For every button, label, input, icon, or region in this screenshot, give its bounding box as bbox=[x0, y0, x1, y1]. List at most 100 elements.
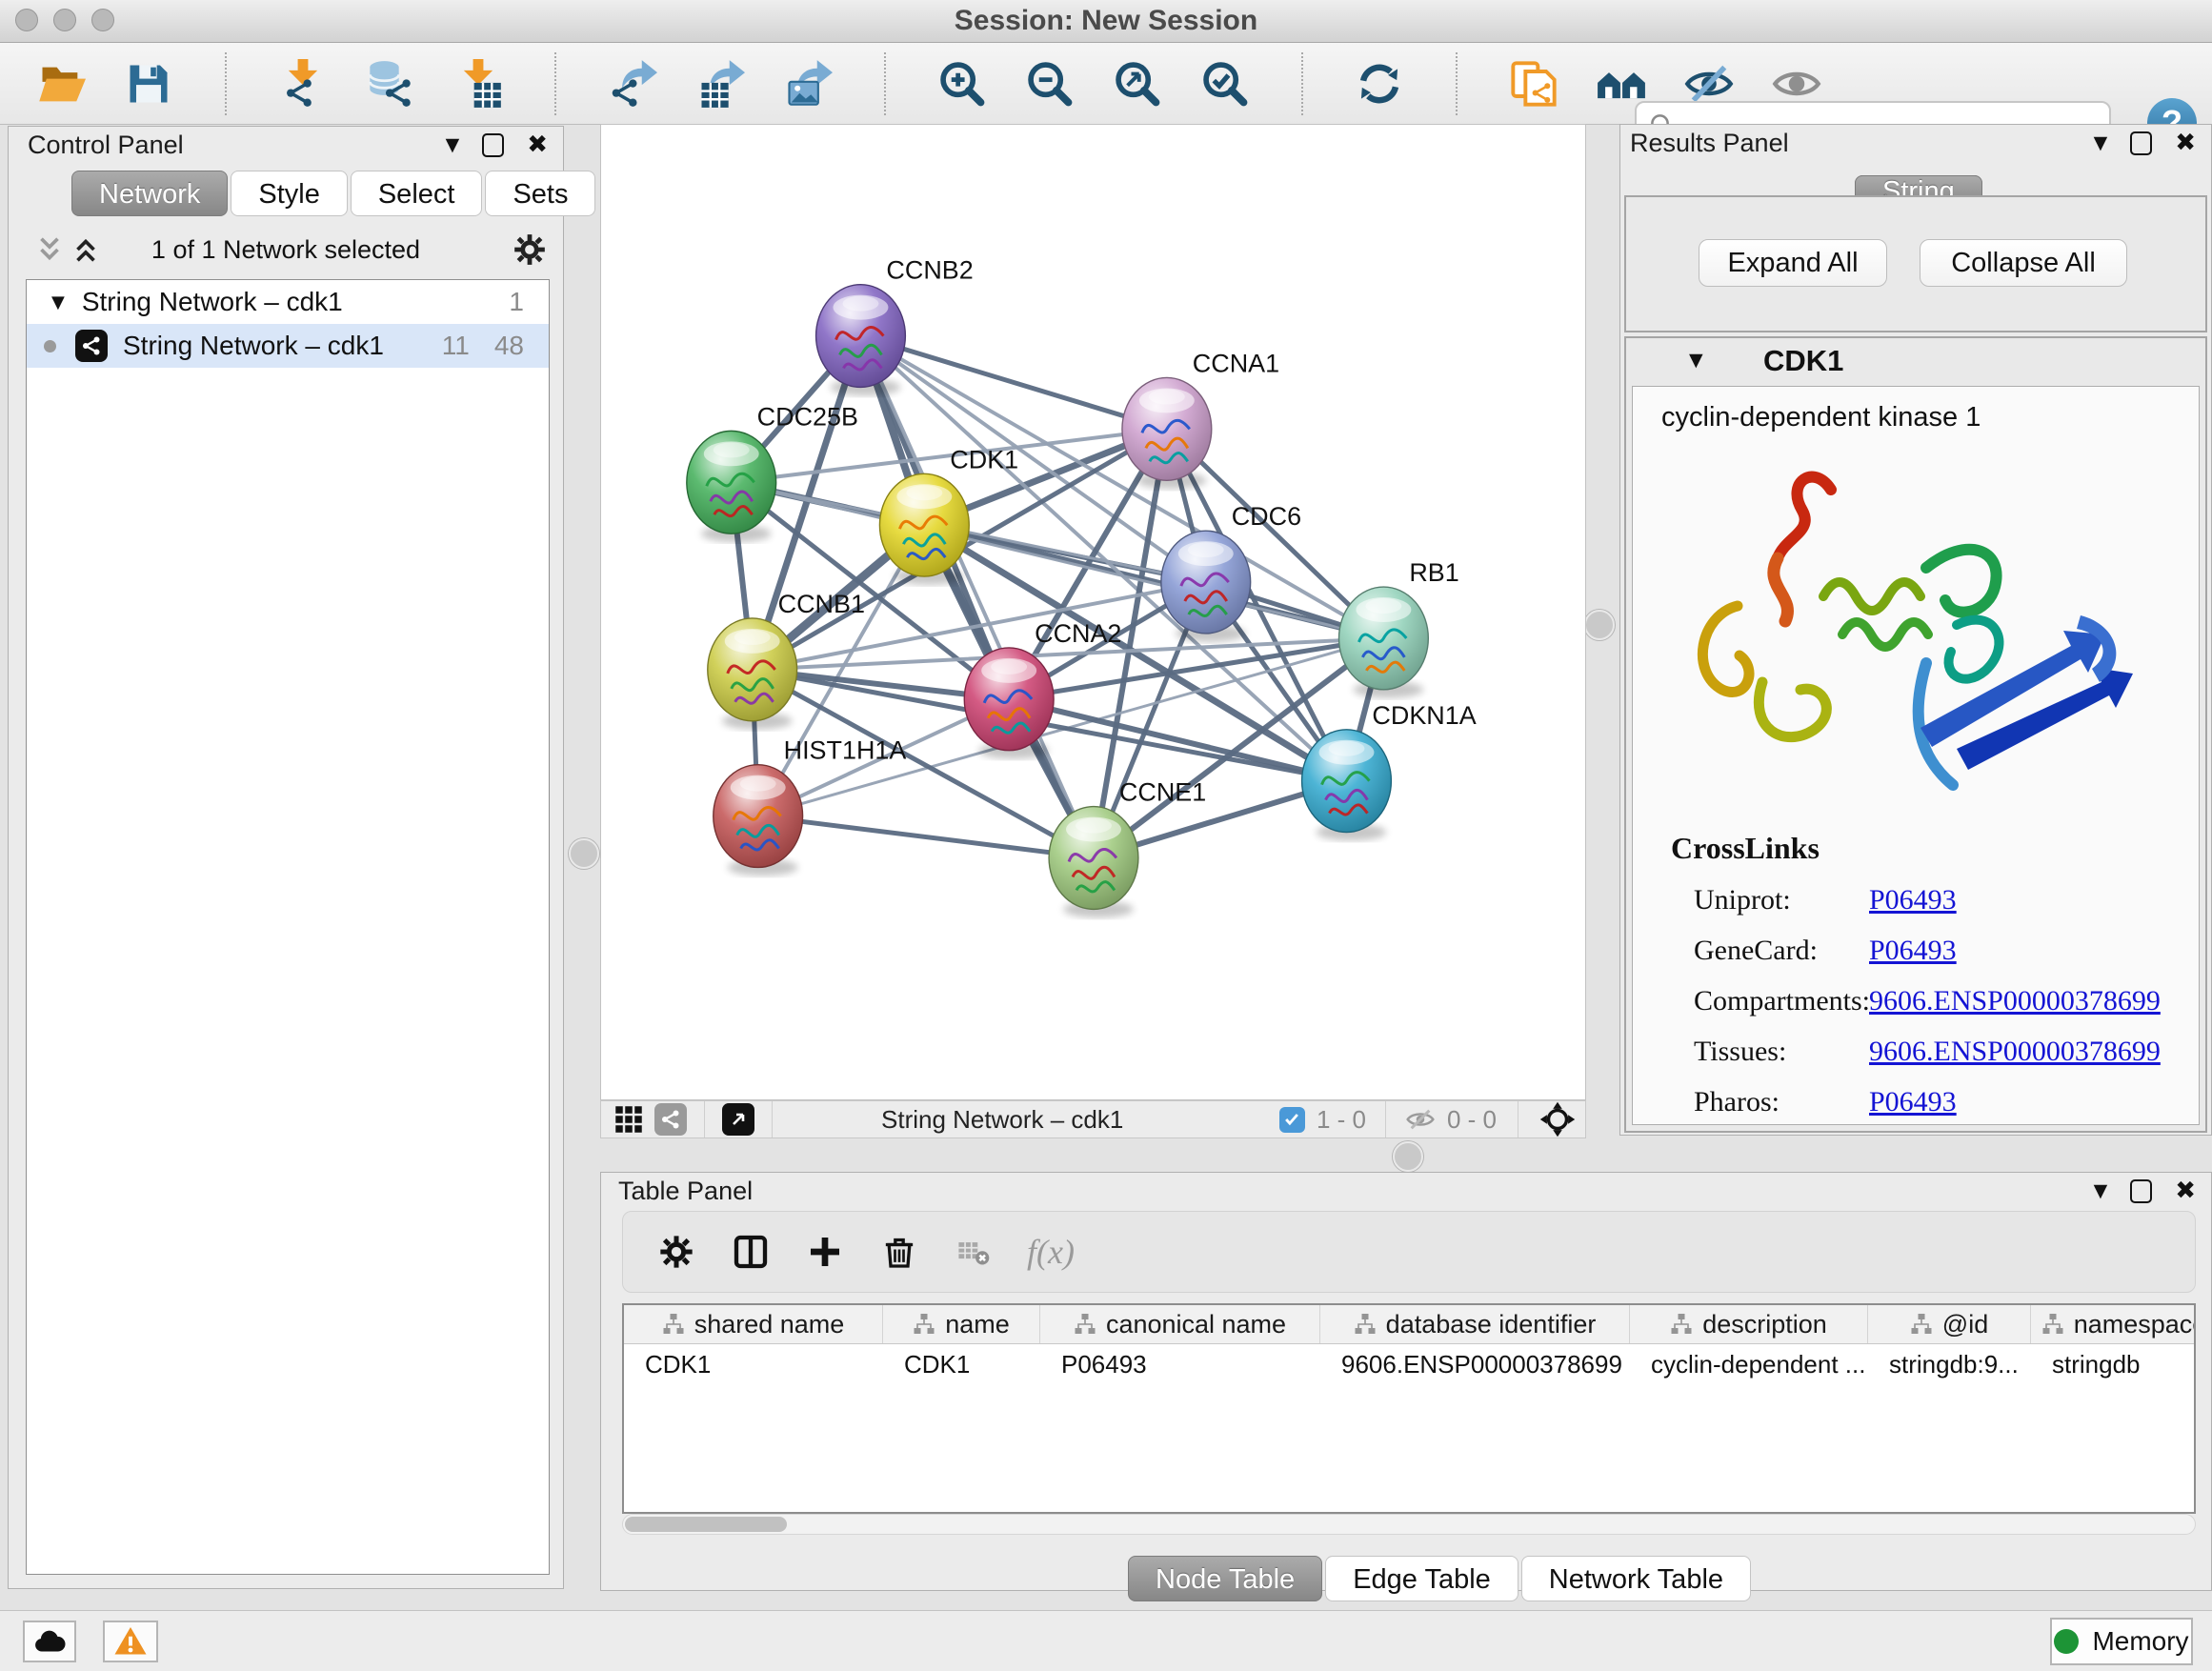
results-panel-float-icon[interactable] bbox=[2130, 131, 2152, 155]
crosslink-link[interactable]: 9606.ENSP00000378699 bbox=[1869, 985, 2161, 1017]
table-panel-close-icon[interactable]: ✖ bbox=[2175, 1178, 2196, 1203]
zoom-out-button[interactable] bbox=[1023, 57, 1076, 111]
save-session-button[interactable] bbox=[122, 57, 175, 111]
selected-nodes-checkbox-icon[interactable] bbox=[1279, 1107, 1305, 1133]
detach-view-icon[interactable] bbox=[722, 1103, 754, 1136]
edge-CCNB2-CCNE1[interactable] bbox=[860, 336, 1094, 858]
entry-expander-icon[interactable]: ▼ bbox=[1689, 348, 1703, 372]
bottom-splitter-grip[interactable] bbox=[1393, 1141, 1423, 1172]
node-CDKN1A[interactable]: CDKN1A bbox=[1302, 701, 1477, 841]
control-panel-close-icon[interactable]: ✖ bbox=[527, 132, 548, 157]
right-splitter-grip[interactable] bbox=[1584, 610, 1615, 640]
toolbar-separator bbox=[225, 52, 227, 115]
network-share-icon[interactable] bbox=[654, 1103, 687, 1136]
cloud-button[interactable] bbox=[23, 1621, 76, 1662]
column-header-database-identifier[interactable]: database identifier bbox=[1320, 1305, 1630, 1343]
tab-style[interactable]: Style bbox=[231, 171, 347, 216]
network-collection-row[interactable]: ▼ String Network – cdk1 1 bbox=[27, 280, 549, 324]
zoom-in-button[interactable] bbox=[935, 57, 989, 111]
table-row[interactable]: CDK1CDK1P064939606.ENSP00000378699cyclin… bbox=[624, 1344, 2194, 1386]
expand-all-button[interactable]: Expand All bbox=[1699, 239, 1887, 287]
import-network-database-button[interactable] bbox=[364, 57, 417, 111]
tab-network-table[interactable]: Network Table bbox=[1521, 1556, 1751, 1601]
entry-details: cyclin-dependent kinase 1 bbox=[1632, 386, 2200, 1125]
crosslink-link[interactable]: 9606.ENSP00000378699 bbox=[1869, 1036, 2161, 1068]
column-type-icon bbox=[913, 1313, 935, 1336]
import-network-file-button[interactable] bbox=[276, 57, 330, 111]
apply-layout-button[interactable] bbox=[1353, 57, 1406, 111]
entry-header[interactable]: ▼ CDK1 bbox=[1626, 338, 2205, 384]
column-header-description[interactable]: description bbox=[1630, 1305, 1868, 1343]
node-CCNB2[interactable]: CCNB2 bbox=[816, 256, 974, 396]
column-header-shared-name[interactable]: shared name bbox=[624, 1305, 883, 1343]
delete-table-icon[interactable] bbox=[878, 1231, 920, 1273]
network-options-gear-icon[interactable] bbox=[512, 232, 548, 268]
tab-node-table[interactable]: Node Table bbox=[1128, 1556, 1322, 1601]
crosslink-link[interactable]: P06493 bbox=[1869, 1086, 1957, 1118]
export-image-button[interactable] bbox=[781, 57, 835, 111]
entry-name: CDK1 bbox=[1763, 344, 1843, 378]
cytoscape-window: Session: New Session ? Control Panel ▼ ✖… bbox=[0, 0, 2212, 1671]
warnings-button[interactable] bbox=[103, 1621, 158, 1662]
open-session-button[interactable] bbox=[34, 57, 88, 111]
crosslink-link[interactable]: P06493 bbox=[1869, 935, 1957, 967]
export-network-button[interactable] bbox=[606, 57, 659, 111]
node-RB1[interactable]: RB1 bbox=[1339, 558, 1459, 698]
node-label-CCNB1: CCNB1 bbox=[778, 590, 865, 618]
node-HIST1H1A[interactable]: HIST1H1A bbox=[714, 736, 907, 876]
table-settings-gear-icon[interactable] bbox=[655, 1231, 697, 1273]
column-header-label: description bbox=[1702, 1310, 1827, 1339]
column-header-@id[interactable]: @id bbox=[1868, 1305, 2031, 1343]
left-splitter-grip[interactable] bbox=[569, 838, 599, 869]
network-label: String Network – cdk1 bbox=[123, 331, 442, 361]
results-panel-collapse-icon[interactable]: ▼ bbox=[2094, 131, 2108, 155]
center-view-icon[interactable] bbox=[1539, 1101, 1576, 1137]
table-cell: 9606.ENSP00000378699 bbox=[1320, 1344, 1630, 1386]
column-header-label: @id bbox=[1942, 1310, 1988, 1339]
table-panel-float-icon[interactable] bbox=[2130, 1179, 2152, 1203]
table-panel-collapse-icon[interactable]: ▼ bbox=[2094, 1178, 2108, 1203]
node-CCNA1[interactable]: CCNA1 bbox=[1122, 349, 1279, 489]
column-header-namespace[interactable]: namespace bbox=[2031, 1305, 2196, 1343]
network-tree: ▼ String Network – cdk1 1 String Network… bbox=[26, 279, 550, 1575]
node-layer: CCNB2 CCNA1 CDC25B CDK1 CDC6 bbox=[687, 256, 1477, 918]
column-header-name[interactable]: name bbox=[883, 1305, 1040, 1343]
export-table-icon bbox=[695, 59, 745, 109]
node-CCNE1[interactable]: CCNE1 bbox=[1049, 778, 1206, 918]
table-horizontal-scrollbar[interactable] bbox=[622, 1514, 2196, 1535]
network-canvas[interactable]: CCNB2 CCNA1 CDC25B CDK1 CDC6 bbox=[601, 125, 1585, 1099]
edge-CCNB2-CCNA1[interactable] bbox=[860, 336, 1166, 430]
node-CDC25B[interactable]: CDC25B bbox=[687, 402, 858, 542]
export-table-button[interactable] bbox=[694, 57, 747, 111]
node-CDK1[interactable]: CDK1 bbox=[879, 445, 1018, 585]
add-column-icon[interactable] bbox=[804, 1231, 846, 1273]
results-panel-close-icon[interactable]: ✖ bbox=[2175, 131, 2196, 155]
tab-edge-table[interactable]: Edge Table bbox=[1325, 1556, 1518, 1601]
zoom-selected-button[interactable] bbox=[1198, 57, 1252, 111]
node-label-CDKN1A: CDKN1A bbox=[1372, 701, 1476, 730]
duplicate-network-button[interactable] bbox=[1507, 57, 1560, 111]
control-panel-float-icon[interactable] bbox=[482, 133, 504, 157]
node-table[interactable]: shared namenamecanonical namedatabase id… bbox=[622, 1303, 2196, 1514]
show-columns-icon[interactable] bbox=[730, 1231, 772, 1273]
table-toolbar: f(x) bbox=[622, 1211, 2196, 1293]
zoom-fit-button[interactable] bbox=[1111, 57, 1164, 111]
scrollbar-thumb[interactable] bbox=[625, 1517, 787, 1532]
memory-button[interactable]: Memory bbox=[2050, 1618, 2193, 1665]
node-CCNB1[interactable]: CCNB1 bbox=[708, 590, 865, 730]
tab-select[interactable]: Select bbox=[351, 171, 483, 216]
tab-sets[interactable]: Sets bbox=[485, 171, 595, 216]
tab-network[interactable]: Network bbox=[71, 171, 228, 216]
birdseye-grid-icon[interactable] bbox=[613, 1103, 645, 1136]
zoom-in-icon bbox=[937, 59, 987, 109]
edge-HIST1H1A-CCNE1[interactable] bbox=[758, 816, 1094, 858]
collapse-all-button[interactable]: Collapse All bbox=[1920, 239, 2127, 287]
node-label-RB1: RB1 bbox=[1409, 558, 1458, 587]
crosslink-link[interactable]: P06493 bbox=[1869, 884, 1957, 916]
network-row[interactable]: String Network – cdk1 11 48 bbox=[27, 324, 549, 368]
import-table-file-button[interactable] bbox=[452, 57, 505, 111]
tree-expander-icon[interactable]: ▼ bbox=[51, 292, 65, 312]
control-panel-collapse-icon[interactable]: ▼ bbox=[446, 132, 460, 157]
column-header-canonical-name[interactable]: canonical name bbox=[1040, 1305, 1320, 1343]
results-entry-box: ▼ CDK1 cyclin-dependent kinase 1 bbox=[1624, 336, 2207, 1133]
